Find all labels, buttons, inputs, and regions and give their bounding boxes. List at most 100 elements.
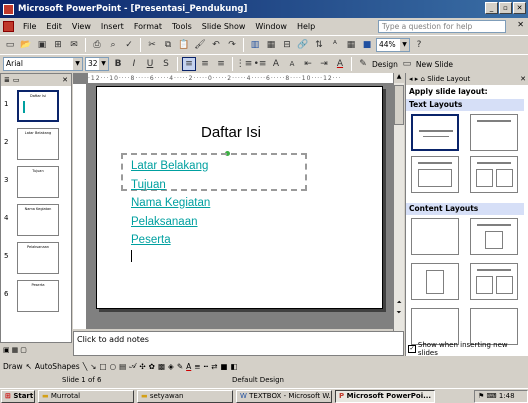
cut-icon[interactable]: ✂	[145, 38, 159, 52]
bullet-item[interactable]: Tujuan	[131, 176, 210, 195]
layout-two-content[interactable]	[470, 263, 518, 300]
menu-format[interactable]: Format	[129, 22, 167, 31]
arrow-icon[interactable]: ↘	[90, 362, 96, 371]
bullet-item[interactable]: Pelaksanaan	[131, 213, 210, 232]
menu-edit[interactable]: Edit	[41, 22, 67, 31]
new-icon[interactable]: ▭	[3, 38, 17, 52]
new-slide-button[interactable]: New Slide	[416, 60, 453, 69]
permission-icon[interactable]: ⊞	[51, 38, 65, 52]
slide-canvas[interactable]: Daftar Isi Latar Belakang Tujuan Nama Ke…	[96, 86, 383, 309]
open-icon[interactable]: 📂	[19, 38, 33, 52]
taskbar-item-setyawan[interactable]: ▬ setyawan	[137, 389, 233, 403]
minimize-button[interactable]: _	[485, 2, 498, 14]
start-button[interactable]: ⊞ Start	[1, 389, 35, 403]
autoshapes-menu[interactable]: AutoShapes	[35, 362, 80, 371]
home-icon[interactable]: ⌂	[421, 75, 425, 83]
taskbar-item-murrotal[interactable]: ▬ Murrotal	[38, 389, 134, 403]
slide-thumbnail[interactable]: Nama Kegiatan	[17, 204, 59, 236]
numbering-button[interactable]: ⋮≡	[236, 57, 253, 71]
wordart-icon[interactable]: 𝒜	[129, 361, 136, 371]
slide-thumbnail[interactable]: Daftar Isi	[17, 90, 59, 122]
show-formatting-icon[interactable]: ᴬ	[328, 38, 342, 52]
normal-view-icon[interactable]: ▣	[3, 346, 10, 354]
draw-menu[interactable]: Draw	[3, 362, 23, 371]
insert-table-icon[interactable]: ▦	[264, 38, 278, 52]
tables-borders-icon[interactable]: ⊟	[280, 38, 294, 52]
dash-style-icon[interactable]: ┅	[204, 362, 209, 371]
copy-icon[interactable]: ⧉	[161, 38, 175, 52]
slide-title[interactable]: Daftar Isi	[201, 124, 261, 141]
help-icon[interactable]: ?	[412, 38, 426, 52]
forward-icon[interactable]: ▸	[415, 75, 419, 83]
slide-thumbnail[interactable]: Pelaksanaan	[17, 242, 59, 274]
print-preview-icon[interactable]: ⌕	[106, 38, 120, 52]
thumbnail-row[interactable]: 3 Tujuan	[1, 164, 71, 200]
3d-style-icon[interactable]: ◧	[230, 362, 237, 371]
oval-icon[interactable]: ○	[110, 362, 117, 371]
grid-icon[interactable]: ▦	[344, 38, 358, 52]
close-pane-icon[interactable]: ✕	[62, 76, 68, 84]
fill-color-icon[interactable]: ◈	[168, 362, 174, 371]
bullet-item[interactable]: Latar Belakang	[131, 157, 210, 176]
bullet-list[interactable]: Latar Belakang Tujuan Nama Kegiatan Pela…	[131, 157, 210, 262]
layout-title-only[interactable]	[470, 114, 518, 151]
tray-icon[interactable]: ⚑	[478, 392, 484, 400]
redo-icon[interactable]: ↷	[225, 38, 239, 52]
tab-outline[interactable]: ≣	[4, 76, 10, 84]
select-objects-icon[interactable]: ↖	[26, 362, 32, 371]
textbox-icon[interactable]: ▤	[119, 362, 126, 371]
checkbox-checked-icon[interactable]: ✓	[408, 345, 416, 353]
thumbnail-row[interactable]: 4 Nama Kegiatan	[1, 202, 71, 238]
bullets-button[interactable]: •≡	[253, 57, 267, 71]
diagram-icon[interactable]: ✣	[139, 362, 145, 371]
slide-thumbnail[interactable]: Tujuan	[17, 166, 59, 198]
back-icon[interactable]: ◂	[409, 75, 413, 83]
save-icon[interactable]: ▣	[35, 38, 49, 52]
layout-blank[interactable]	[411, 218, 459, 255]
font-color-button[interactable]: A	[333, 57, 347, 71]
email-icon[interactable]: ✉	[67, 38, 81, 52]
increase-indent-button[interactable]: ⇥	[317, 57, 331, 71]
paste-icon[interactable]: 📋	[177, 38, 191, 52]
help-search-input[interactable]: Type a question for help	[378, 20, 506, 33]
zoom-select[interactable]: 44% ▼	[376, 38, 410, 52]
italic-button[interactable]: I	[127, 57, 141, 71]
format-painter-icon[interactable]: 🖌	[193, 38, 207, 52]
layout-title-slide[interactable]	[411, 114, 459, 151]
thumbnail-row[interactable]: 6 Peserta	[1, 278, 71, 314]
menu-tools[interactable]: Tools	[167, 22, 197, 31]
bold-button[interactable]: B	[111, 57, 125, 71]
bullet-item[interactable]: Peserta	[131, 231, 210, 250]
clipart-icon[interactable]: ✿	[149, 362, 155, 371]
undo-icon[interactable]: ↶	[209, 38, 223, 52]
picture-icon[interactable]: ▩	[158, 362, 165, 371]
scroll-thumb[interactable]	[394, 85, 404, 125]
color-grayscale-icon[interactable]: ■	[360, 38, 374, 52]
layout-content-text[interactable]	[470, 308, 518, 345]
thumbnail-row[interactable]: 1 Daftar Isi	[1, 88, 71, 124]
close-task-pane-icon[interactable]: ✕	[520, 73, 526, 85]
arrow-style-icon[interactable]: ⇄	[211, 362, 217, 371]
menu-view[interactable]: View	[67, 22, 96, 31]
expand-all-icon[interactable]: ⇅	[312, 38, 326, 52]
thumbnail-row[interactable]: 2 Latar Belakang	[1, 126, 71, 162]
decrease-font-button[interactable]: A	[285, 57, 299, 71]
menu-help[interactable]: Help	[292, 22, 320, 31]
task-pane-title[interactable]: Slide Layout	[427, 75, 470, 83]
align-center-button[interactable]: ≡	[198, 57, 212, 71]
rectangle-icon[interactable]: □	[100, 362, 107, 371]
slideshow-view-icon[interactable]: ▢	[20, 346, 27, 354]
font-size-select[interactable]: 32 ▼	[85, 57, 109, 71]
line-style-icon[interactable]: ≡	[194, 362, 200, 371]
underline-button[interactable]: U	[143, 57, 157, 71]
notes-pane[interactable]: Click to add notes	[73, 331, 404, 356]
maximize-button[interactable]: ▫	[499, 2, 512, 14]
spelling-icon[interactable]: ✓	[122, 38, 136, 52]
show-on-insert-checkbox[interactable]: ✓ Show when inserting new slides	[408, 341, 528, 357]
tab-slides[interactable]: ▭	[13, 76, 20, 84]
layout-content[interactable]	[411, 263, 459, 300]
slide-thumbnail[interactable]: Peserta	[17, 280, 59, 312]
layout-four-content[interactable]	[411, 308, 459, 345]
layout-title-text[interactable]	[411, 156, 459, 193]
hyperlink-icon[interactable]: 🔗	[296, 38, 310, 52]
